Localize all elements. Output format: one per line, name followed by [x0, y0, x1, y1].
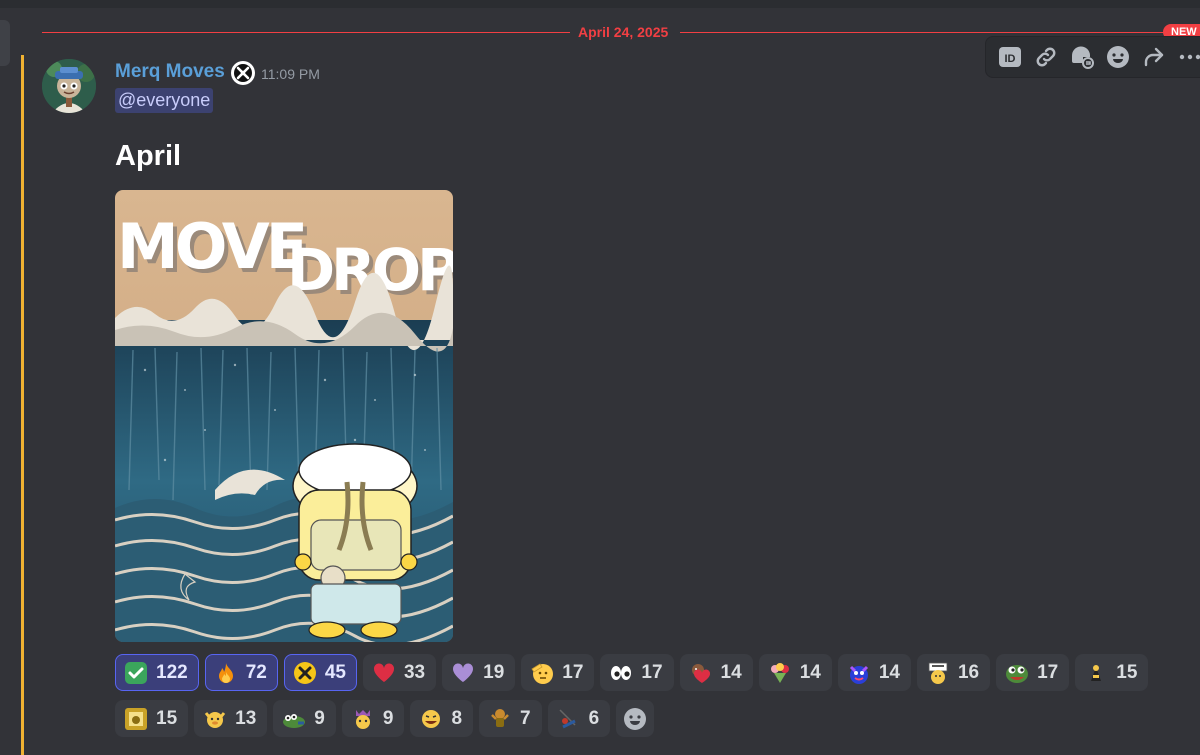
link-icon: [1036, 47, 1056, 67]
blue-creature-icon: [847, 661, 871, 685]
reaction-blue-creature[interactable]: 14: [837, 654, 911, 691]
reaction-count: 17: [562, 661, 584, 683]
red-heart-icon: [372, 661, 396, 685]
reaction-count: 15: [1116, 661, 1138, 683]
create-thread-button[interactable]: [1064, 39, 1100, 75]
forward-button[interactable]: [1136, 39, 1172, 75]
cheering-duck-icon: [203, 707, 227, 731]
divider-line-right: [680, 32, 1170, 33]
reaction-count: 33: [403, 661, 426, 683]
divider-line-left: [42, 32, 570, 33]
reaction-count: 45: [324, 661, 346, 683]
reaction-swing[interactable]: 6: [547, 700, 611, 737]
reaction-cheering-duck[interactable]: 13: [194, 700, 268, 737]
reaction-count: 122: [156, 661, 188, 683]
reaction-count: 17: [1037, 661, 1059, 683]
artwork-title-1: MOVE: [117, 210, 304, 283]
dancing-duck-icon: [488, 707, 512, 731]
reactions-row-1: 122 72 45 33 19 17 17 14 14 14 16 17 15: [115, 654, 1195, 691]
divider-date: April 24, 2025: [578, 24, 669, 40]
purple-heart-icon: [451, 661, 475, 685]
reaction-server-badge[interactable]: 45: [283, 654, 357, 691]
crowned-duck-icon: [351, 707, 375, 731]
hugging-heart-icon: [689, 661, 713, 685]
copy-id-button[interactable]: ID: [992, 39, 1028, 75]
reaction-count: 14: [878, 661, 900, 683]
message-timestamp[interactable]: 11:09 PM: [261, 65, 320, 83]
mention-highlight-bar: [21, 55, 24, 755]
reaction-saluting-face[interactable]: 17: [521, 654, 595, 691]
reaction-gold-frame[interactable]: 15: [115, 700, 189, 737]
copy-link-button[interactable]: [1028, 39, 1064, 75]
gold-frame-icon: [124, 707, 148, 731]
tiny-character-icon: [1084, 661, 1108, 685]
reaction-sign-holding[interactable]: 16: [916, 654, 991, 691]
reaction-eyes[interactable]: 17: [600, 654, 674, 691]
reaction-count: 6: [588, 707, 600, 729]
reaction-count: 14: [720, 661, 742, 683]
sign-holding-icon: [926, 661, 950, 685]
reactions-bar: 122 72 45 33 19 17 17 14 14 14 16 17 15 15 13 9 9 8 7 6: [115, 654, 1195, 746]
laughing-duck-icon: [419, 707, 443, 731]
server-badge-icon: [293, 661, 317, 685]
reaction-count: 7: [520, 707, 531, 729]
avatar[interactable]: [42, 59, 96, 113]
reaction-count: 17: [641, 661, 663, 683]
reaction-laughing-duck[interactable]: 8: [410, 700, 474, 737]
id-icon: ID: [999, 47, 1021, 67]
reaction-heart-bouquet[interactable]: 14: [758, 654, 832, 691]
server-tag-icon[interactable]: [230, 60, 256, 86]
image-attachment[interactable]: MOVE MOVE DROP DROP: [115, 190, 453, 642]
reaction-count: 8: [451, 707, 463, 729]
message-actions-toolbar: ID: [985, 36, 1200, 78]
reaction-purple-heart[interactable]: 19: [442, 654, 516, 691]
avatar-character-icon: [42, 59, 96, 113]
reaction-count: 9: [314, 707, 325, 729]
thread-icon: [1071, 46, 1094, 69]
reaction-count: 9: [382, 707, 394, 729]
fire-icon: [214, 661, 238, 685]
reaction-count: 19: [483, 661, 505, 683]
reaction-fire[interactable]: 72: [204, 654, 278, 691]
reaction-count: 14: [799, 661, 821, 683]
more-options-button[interactable]: [1172, 39, 1200, 75]
pepe-frog-icon: [1005, 661, 1029, 685]
reaction-count: 13: [235, 707, 257, 729]
reaction-tiny-character[interactable]: 15: [1075, 654, 1149, 691]
check-mark-icon: [124, 661, 148, 685]
movedrop-artwork: MOVE MOVE DROP DROP: [115, 190, 453, 642]
add-reaction-button[interactable]: [1100, 39, 1136, 75]
reaction-count: 16: [957, 661, 980, 683]
add-emoji-icon: [624, 707, 647, 730]
everyone-mention[interactable]: @everyone: [115, 88, 214, 113]
forward-icon: [1144, 47, 1164, 67]
reaction-dancing-duck[interactable]: 7: [479, 700, 542, 737]
username[interactable]: Merq Moves: [115, 60, 225, 84]
reaction-count: 15: [156, 707, 178, 729]
heart-bouquet-icon: [768, 661, 792, 685]
svg-text:ID: ID: [1005, 53, 1016, 65]
saluting-face-icon: [530, 661, 554, 685]
more-icon: [1179, 54, 1200, 60]
emoji-icon: [1107, 46, 1129, 68]
add-reaction-button[interactable]: [616, 700, 655, 737]
reaction-pepe-frog[interactable]: 17: [996, 654, 1070, 691]
message-heading: April: [115, 140, 182, 172]
top-strip: [0, 0, 1200, 8]
reaction-red-heart[interactable]: 33: [362, 654, 437, 691]
reaction-hugging-heart[interactable]: 14: [679, 654, 753, 691]
swing-icon: [557, 707, 581, 731]
reaction-crowned-duck[interactable]: 9: [341, 700, 405, 737]
sidebar-edge[interactable]: [0, 20, 10, 66]
reaction-lying-frog[interactable]: 9: [273, 700, 336, 737]
reactions-row-2: 15 13 9 9 8 7 6: [115, 700, 1195, 737]
reaction-check-mark[interactable]: 122: [115, 654, 199, 691]
lying-frog-icon: [282, 707, 306, 731]
eyes-icon: [609, 661, 633, 685]
reaction-count: 72: [245, 661, 267, 683]
